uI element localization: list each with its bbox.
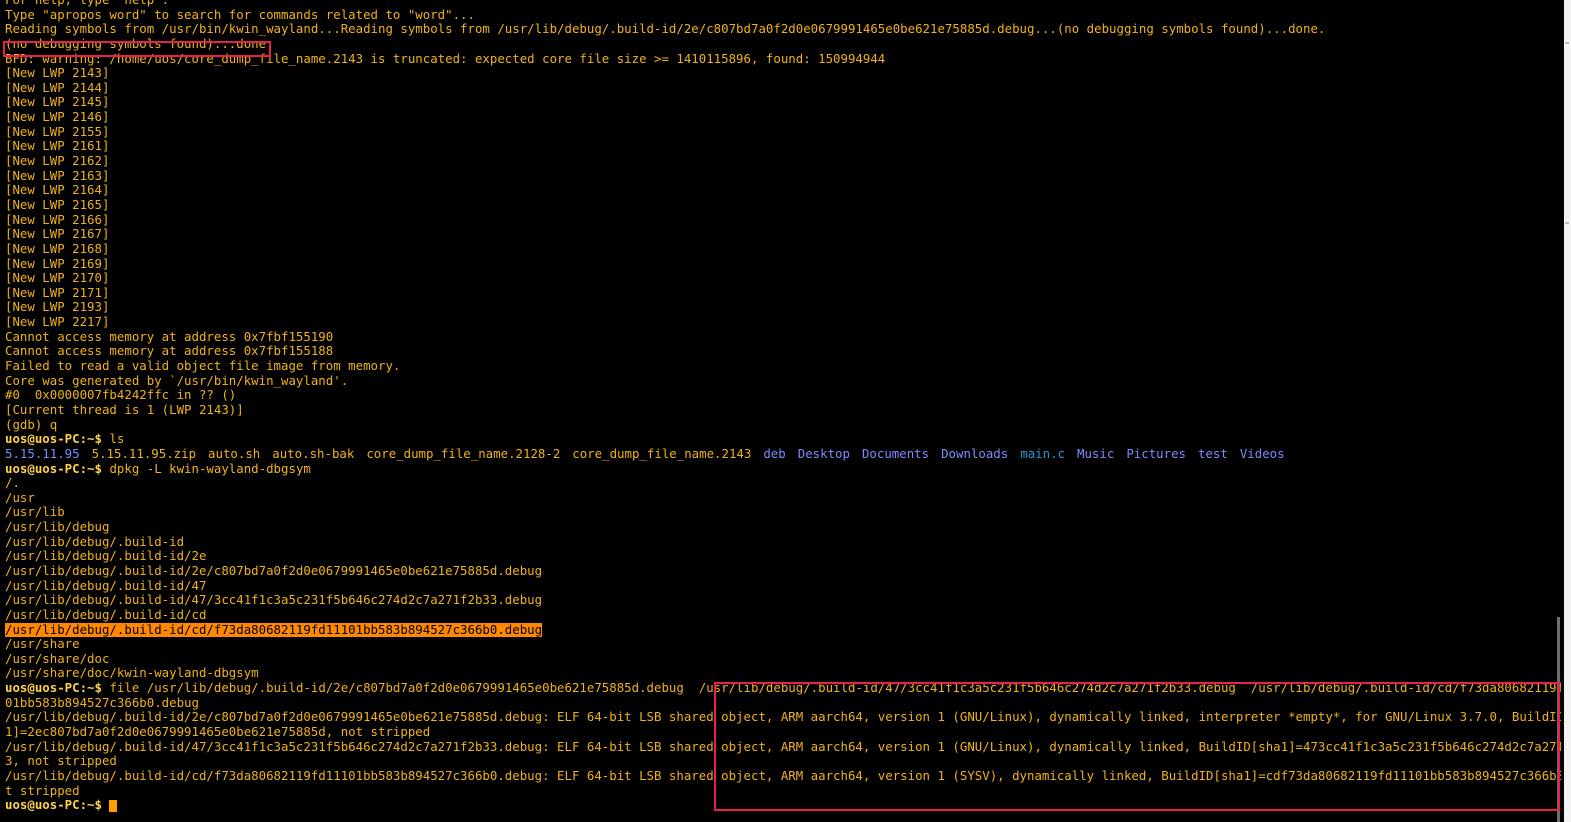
gdb-output-line: [New LWP 2162]: [5, 154, 110, 169]
ls-entry: Music: [1077, 446, 1115, 461]
command-text: file /usr/lib/debug/.build-id/2e/c807bd7…: [101, 681, 1561, 696]
shell-prompt: uos@uos-PC:~$: [5, 461, 102, 476]
ls-entry: Pictures: [1126, 446, 1186, 461]
file-output-line: /usr/lib/debug/.build-id/cd/f73da8068211…: [5, 768, 1561, 783]
dpkg-output-line: /usr/lib/debug: [5, 520, 110, 535]
ls-entry: auto.sh: [208, 446, 261, 461]
command-text: dpkg -L kwin-wayland-dbgsym: [101, 461, 311, 476]
gdb-output-line: [New LWP 2166]: [5, 212, 110, 227]
gdb-output-line: Type "apropos word" to search for comman…: [5, 7, 475, 22]
dpkg-output-line: /usr: [5, 490, 35, 505]
scroll-marker: [1565, 42, 1569, 44]
vertical-scrollbar[interactable]: [1564, 0, 1571, 822]
dpkg-output-line: /usr/lib/debug/.build-id/47/3cc41f1c3a5c…: [5, 593, 543, 608]
terminal-window[interactable]: For help, type "help".Type "apropos word…: [0, 0, 1564, 822]
gdb-output-line: Reading symbols from /usr/bin/kwin_wayla…: [5, 22, 1326, 37]
command-text: ls: [101, 432, 125, 447]
ls-entry: core_dump_file_name.2143: [572, 446, 752, 461]
ls-listing: 5.15.11.95 5.15.11.95.zip auto.sh auto.sh-b…: [5, 447, 1561, 462]
dpkg-output-line: /usr/lib/debug/.build-id/cd: [5, 607, 207, 622]
ls-command-line: uos@uos-PC:~$ ls: [5, 432, 1561, 447]
file-output-line: 1]=2ec807bd7a0f2d0e0679991465e0be621e758…: [5, 725, 431, 740]
gdb-output-line: [New LWP 2143]: [5, 66, 110, 81]
gdb-output-line: [New LWP 2170]: [5, 271, 110, 286]
gdb-output-line: [Current thread is 1 (LWP 2143)]: [5, 402, 244, 417]
file-output-line: 3, not stripped: [5, 754, 117, 769]
dpkg-output-line: /usr/lib/debug/.build-id/cd/f73da8068211…: [5, 622, 1561, 638]
gdb-output-line: Cannot access memory at address 0x7fbf15…: [5, 329, 334, 344]
file-output-line: /usr/lib/debug/.build-id/2e/c807bd7a0f2d…: [5, 710, 1561, 725]
text-cursor[interactable]: [109, 799, 118, 812]
gdb-output-line: (gdb) q: [5, 417, 58, 432]
ls-entry: test: [1198, 446, 1228, 461]
gdb-output-line: [New LWP 2165]: [5, 197, 110, 212]
gdb-output-line: Cannot access memory at address 0x7fbf15…: [5, 344, 334, 359]
gdb-output-line: [New LWP 2171]: [5, 285, 110, 300]
gdb-output-line: [New LWP 2144]: [5, 80, 110, 95]
gdb-output-line: BFD: warning: /home/uos/core_dump_file_n…: [5, 51, 886, 66]
active-prompt-line: uos@uos-PC:~$: [5, 798, 1561, 813]
dpkg-output-line: /usr/share/doc/kwin-wayland-dbgsym: [5, 666, 259, 681]
gdb-output-line: [New LWP 2169]: [5, 256, 110, 271]
gdb-output-line: [New LWP 2167]: [5, 227, 110, 242]
scrollbar-thumb[interactable]: [1557, 617, 1560, 822]
gdb-output-line: [New LWP 2168]: [5, 241, 110, 256]
gdb-output-line: [New LWP 2193]: [5, 300, 110, 315]
gdb-output-line: [New LWP 2155]: [5, 124, 110, 139]
shell-prompt: uos@uos-PC:~$: [5, 681, 102, 696]
dpkg-output-line: /.: [5, 476, 20, 491]
gdb-output-line: [New LWP 2146]: [5, 110, 110, 125]
ls-entry: deb: [763, 446, 786, 461]
ls-entry: auto.sh-bak: [272, 446, 355, 461]
dpkg-output-line: /usr/lib/debug/.build-id/47: [5, 578, 207, 593]
file-output-line: 01bb583b894527c366b0.debug: [5, 695, 199, 710]
gdb-output-line: [New LWP 2161]: [5, 139, 110, 154]
ls-entry: 5.15.11.95: [5, 446, 80, 461]
scroll-marker: [1565, 222, 1569, 224]
dpkg-output-line: /usr/share: [5, 637, 80, 652]
ls-entry: 5.15.11.95.zip: [91, 446, 197, 461]
gdb-output-line: For help, type "help".: [5, 0, 1561, 8]
gdb-output-line: [New LWP 2145]: [5, 95, 110, 110]
dpkg-command-line: uos@uos-PC:~$ dpkg -L kwin-wayland-dbgsy…: [5, 462, 1561, 477]
shell-prompt: uos@uos-PC:~$: [5, 432, 102, 447]
shell-prompt: uos@uos-PC:~$: [5, 798, 102, 813]
file-output-line: /usr/lib/debug/.build-id/47/3cc41f1c3a5c…: [5, 739, 1561, 754]
gdb-output-line: #0 0x0000007fb4242ffc in ?? (): [5, 388, 237, 403]
gdb-output-line: [New LWP 2163]: [5, 168, 110, 183]
ls-entry: Documents: [861, 446, 930, 461]
gdb-output-line: Core was generated by `/usr/bin/kwin_way…: [5, 373, 349, 388]
file-output-line: t stripped: [5, 783, 80, 798]
ls-entry: Downloads: [941, 446, 1009, 461]
dpkg-output-line: /usr/share/doc: [5, 651, 110, 666]
terminal-output: For help, type "help".Type "apropos word…: [5, 0, 1561, 813]
ls-entry: core_dump_file_name.2128-2: [366, 446, 561, 461]
dpkg-output-line: /usr/lib/debug/.build-id/2e/c807bd7a0f2d…: [5, 563, 543, 578]
dpkg-output-line: /usr/lib/debug/.build-id: [5, 534, 185, 549]
file-command-line: uos@uos-PC:~$ file /usr/lib/debug/.build…: [5, 681, 1561, 696]
ls-entry: main.c: [1020, 446, 1065, 461]
gdb-output-line: [New LWP 2217]: [5, 315, 110, 330]
gdb-output-line: [New LWP 2164]: [5, 183, 110, 198]
highlighted-path: /usr/lib/debug/.build-id/cd/f73da8068211…: [5, 622, 543, 637]
ls-entry: Desktop: [797, 446, 850, 461]
gdb-output-line: Failed to read a valid object file image…: [5, 359, 401, 374]
dpkg-output-line: /usr/lib: [5, 505, 65, 520]
ls-entry: Videos: [1239, 446, 1285, 461]
gdb-output-line: (no debugging symbols found)...done.: [5, 36, 274, 51]
dpkg-output-line: /usr/lib/debug/.build-id/2e: [5, 549, 207, 564]
